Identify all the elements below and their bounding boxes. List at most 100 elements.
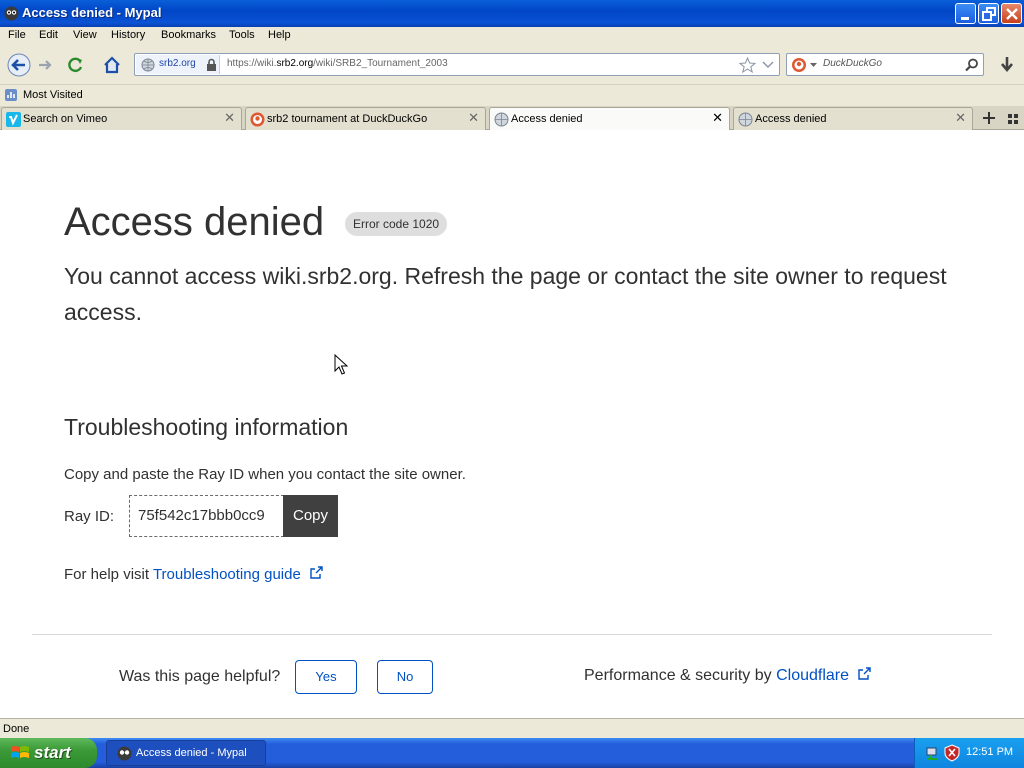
forward-button[interactable] [34,52,56,78]
mouse-cursor-icon [334,354,348,375]
back-arrow-icon [7,53,31,77]
lock-icon [207,58,216,71]
vimeo-icon [6,112,21,127]
tab-access-denied[interactable]: Access denied ✕ [733,107,973,130]
reload-icon [68,57,83,73]
tab-close-icon[interactable]: ✕ [712,111,723,126]
bookmarks-toolbar: Most Visited [0,84,1024,106]
tab-groups-button[interactable] [1004,110,1022,128]
reload-button[interactable] [62,52,88,78]
clock[interactable]: 12:51 PM [966,746,1013,758]
footer-divider [32,634,992,635]
yes-button[interactable]: Yes [295,660,357,694]
tab-srb2-tournament[interactable]: srb2 tournament at DuckDuckGo ✕ [245,107,486,130]
most-visited-folder-icon [5,89,17,101]
url-text[interactable]: https://wiki.srb2.org/wiki/SRB2_Tourname… [227,58,448,69]
help-prefix: For help visit [64,566,150,583]
url-dropdown-icon[interactable] [762,61,774,69]
window-title: Access denied - Mypal [22,5,162,20]
cloudflare-link[interactable]: Cloudflare [776,667,872,684]
access-message: You cannot access wiki.srb2.org. Refresh… [64,263,947,325]
helpful-question: Was this page helpful? [119,668,281,685]
mypal-app-icon [117,746,132,761]
bookmark-star-icon[interactable] [739,57,756,73]
most-visited-bookmark[interactable]: Most Visited [23,89,83,101]
close-window-button[interactable] [1001,3,1022,24]
tab-close-icon[interactable]: ✕ [468,111,479,126]
copy-ray-id-button[interactable]: Copy [283,495,338,537]
downloads-button[interactable] [994,52,1020,78]
minimize-button[interactable] [955,3,976,24]
address-bar[interactable]: srb2.org https://wiki.srb2.org/wiki/SRB2… [134,53,780,76]
error-code-badge: Error code 1020 [345,212,448,236]
taskbar: start Access denied - Mypal 12:51 PM [0,738,1024,768]
plus-icon [983,112,995,124]
tab-label: Search on Vimeo [23,113,108,125]
tab-close-icon[interactable]: ✕ [224,111,235,126]
home-button[interactable] [99,52,125,78]
external-link-icon [310,566,323,579]
copy-instruction: Copy and paste the Ray ID when you conta… [64,466,466,483]
performance-credit: Performance & security by Cloudflare [584,667,872,685]
menu-bookmarks[interactable]: Bookmarks [161,29,216,41]
windows-logo-icon [11,746,29,758]
globe-icon [141,58,155,72]
forward-arrow-icon [39,60,52,70]
start-button[interactable]: start [0,738,97,768]
troubleshooting-heading: Troubleshooting information [64,414,349,440]
browser-window: Access denied - Mypal File Edit View His… [0,0,1024,768]
globe-icon [494,112,509,127]
mypal-app-icon [4,6,19,21]
search-engine-dropdown-icon[interactable] [810,63,817,68]
taskbar-item-label: Access denied - Mypal [136,747,247,759]
page-content: Access denied Error code 1020 You cannot… [0,130,1024,718]
restore-button[interactable] [978,3,999,24]
tab-search-on-vimeo[interactable]: Search on Vimeo ✕ [1,107,242,130]
site-identity-button[interactable]: srb2.org [136,55,220,74]
start-label: start [34,743,71,762]
back-button[interactable] [4,52,34,78]
menu-bar: File Edit View History Bookmarks Tools H… [0,27,1024,46]
identity-domain: srb2.org [159,58,196,69]
troubleshooting-guide-link[interactable]: Troubleshooting guide [153,566,323,583]
duckduckgo-icon [250,112,265,127]
tab-access-denied-active[interactable]: Access denied ✕ [489,107,730,131]
menu-help[interactable]: Help [268,29,291,41]
minimize-icon [961,17,969,20]
page-title: Access denied [64,200,325,244]
help-line: For help visit Troubleshooting guide [64,566,323,583]
no-button[interactable]: No [377,660,433,694]
menu-edit[interactable]: Edit [39,29,58,41]
ray-id-value[interactable]: 75f542c17bbb0cc9 [129,495,284,537]
status-bar: Done [0,718,1024,738]
title-bar: Access denied - Mypal [0,0,1024,27]
home-icon [104,56,120,74]
new-tab-button[interactable] [978,107,1000,129]
search-bar[interactable]: DuckDuckGo [786,53,984,76]
tab-close-icon[interactable]: ✕ [955,111,966,126]
tab-groups-icon [1008,114,1018,124]
status-text: Done [3,723,30,735]
system-tray: 12:51 PM [914,738,1024,768]
globe-icon [738,112,753,127]
taskbar-item-mypal[interactable]: Access denied - Mypal [106,740,266,766]
download-arrow-icon [1001,57,1013,73]
tab-label: Access denied [755,113,827,125]
search-icon[interactable] [965,58,979,72]
duckduckgo-icon[interactable] [791,57,807,73]
search-input[interactable]: DuckDuckGo [823,58,882,69]
menu-view[interactable]: View [73,29,97,41]
tab-strip: Search on Vimeo ✕ srb2 tournament at Duc… [0,106,1024,131]
tab-label: srb2 tournament at DuckDuckGo [267,113,428,125]
tab-label: Access denied [511,113,583,125]
network-icon[interactable] [925,745,941,761]
menu-history[interactable]: History [111,29,145,41]
ray-id-label: Ray ID: [64,508,115,525]
security-shield-icon[interactable] [944,744,960,762]
close-icon [1006,8,1018,20]
external-link-icon [858,667,872,680]
menu-tools[interactable]: Tools [229,29,255,41]
restore-icon [982,7,996,21]
menu-file[interactable]: File [8,29,26,41]
perf-prefix: Performance & security by [584,667,772,684]
